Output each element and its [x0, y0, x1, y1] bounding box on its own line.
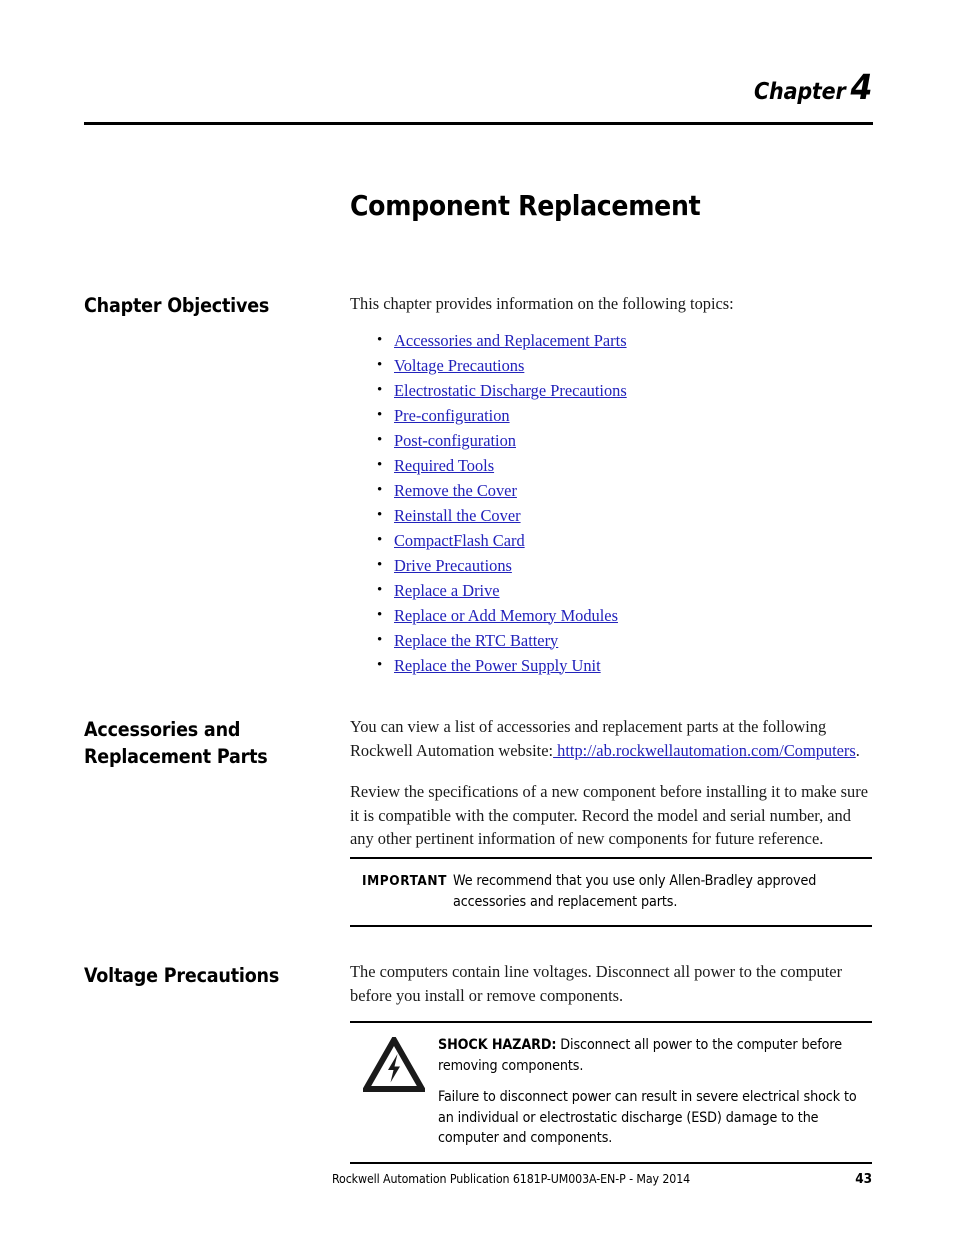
accessories-body: You can view a list of accessories and r… — [350, 715, 874, 863]
section-heading-accessories-and-replacement-parts: Accessories and Replacement Parts — [84, 718, 268, 768]
list-item[interactable]: Drive Precautions — [350, 553, 874, 578]
topic-link[interactable]: Post-configuration — [394, 431, 516, 450]
list-item[interactable]: Replace or Add Memory Modules — [350, 603, 874, 628]
list-item[interactable]: Accessories and Replacement Parts — [350, 328, 874, 353]
chapter-header: Chapter 4 — [84, 68, 872, 108]
chapter-objectives-body: This chapter provides information on the… — [350, 292, 874, 678]
topic-link[interactable]: Electrostatic Discharge Precautions — [394, 381, 627, 400]
topic-link[interactable]: CompactFlash Card — [394, 531, 525, 550]
chapter-label: Chapter — [754, 79, 846, 105]
topic-link[interactable]: Voltage Precautions — [394, 356, 524, 375]
footer-publication: Rockwell Automation Publication 6181P-UM… — [332, 1172, 691, 1186]
important-callout-text: We recommend that you use only Allen-Bra… — [453, 873, 817, 910]
list-item[interactable]: Replace a Drive — [350, 578, 874, 603]
topic-link[interactable]: Replace the Power Supply Unit — [394, 656, 601, 675]
topic-link[interactable]: Required Tools — [394, 456, 494, 475]
topic-link[interactable]: Remove the Cover — [394, 481, 517, 500]
list-item[interactable]: Replace the RTC Battery — [350, 628, 874, 653]
objectives-intro: This chapter provides information on the… — [350, 294, 734, 313]
accessories-paragraph-1: You can view a list of accessories and r… — [350, 715, 874, 762]
list-item[interactable]: Electrostatic Discharge Precautions — [350, 378, 874, 403]
list-item[interactable]: Pre-configuration — [350, 403, 874, 428]
topic-link-list: Accessories and Replacement Parts Voltag… — [350, 328, 874, 678]
section-heading-chapter-objectives: Chapter Objectives — [84, 294, 270, 317]
topic-link[interactable]: Accessories and Replacement Parts — [394, 331, 627, 350]
shock-hazard-body: SHOCK HAZARD: Disconnect all power to th… — [438, 1023, 872, 1162]
list-item[interactable]: Required Tools — [350, 453, 874, 478]
rockwell-computers-url-link[interactable]: http://ab.rockwellautomation.com/Compute… — [553, 741, 856, 760]
list-item[interactable]: Reinstall the Cover — [350, 503, 874, 528]
chapter-number: 4 — [850, 68, 872, 108]
accessories-paragraph-1-period: . — [855, 740, 860, 760]
voltage-paragraph-1: The computers contain line voltages. Dis… — [350, 962, 843, 1005]
topic-link[interactable]: Replace the RTC Battery — [394, 631, 558, 650]
topic-link[interactable]: Pre-configuration — [394, 406, 510, 425]
important-callout-body: We recommend that you use only Allen-Bra… — [453, 859, 872, 925]
shock-hazard-paragraph-1: SHOCK HAZARD: Disconnect all power to th… — [438, 1035, 864, 1076]
list-item[interactable]: Replace the Power Supply Unit — [350, 653, 874, 678]
topic-link[interactable]: Reinstall the Cover — [394, 506, 521, 525]
shock-hazard-lead-in: SHOCK HAZARD: — [438, 1037, 557, 1053]
shock-hazard-paragraph-2: Failure to disconnect power can result i… — [438, 1089, 857, 1146]
page-title: Component Replacement — [350, 188, 701, 222]
list-item[interactable]: CompactFlash Card — [350, 528, 874, 553]
important-callout: IMPORTANT We recommend that you use only… — [350, 857, 872, 927]
topic-link[interactable]: Replace a Drive — [394, 581, 500, 600]
voltage-body: The computers contain line voltages. Dis… — [350, 960, 874, 1019]
document-page: Chapter 4 Component Replacement Chapter O… — [0, 0, 954, 1235]
list-item[interactable]: Post-configuration — [350, 428, 874, 453]
footer-page-number: 43 — [855, 1171, 872, 1187]
page-footer: Rockwell Automation Publication 6181P-UM… — [332, 1171, 872, 1187]
chapter-header-rule — [84, 122, 873, 125]
topic-link[interactable]: Drive Precautions — [394, 556, 512, 575]
shock-hazard-callout: SHOCK HAZARD: Disconnect all power to th… — [350, 1021, 872, 1164]
section-heading-voltage-precautions: Voltage Precautions — [84, 964, 280, 987]
list-item[interactable]: Voltage Precautions — [350, 353, 874, 378]
shock-hazard-icon — [350, 1023, 438, 1103]
accessories-paragraph-2: Review the specifications of a new compo… — [350, 782, 868, 848]
list-item[interactable]: Remove the Cover — [350, 478, 874, 503]
important-callout-label: IMPORTANT — [362, 873, 448, 889]
topic-link[interactable]: Replace or Add Memory Modules — [394, 606, 618, 625]
